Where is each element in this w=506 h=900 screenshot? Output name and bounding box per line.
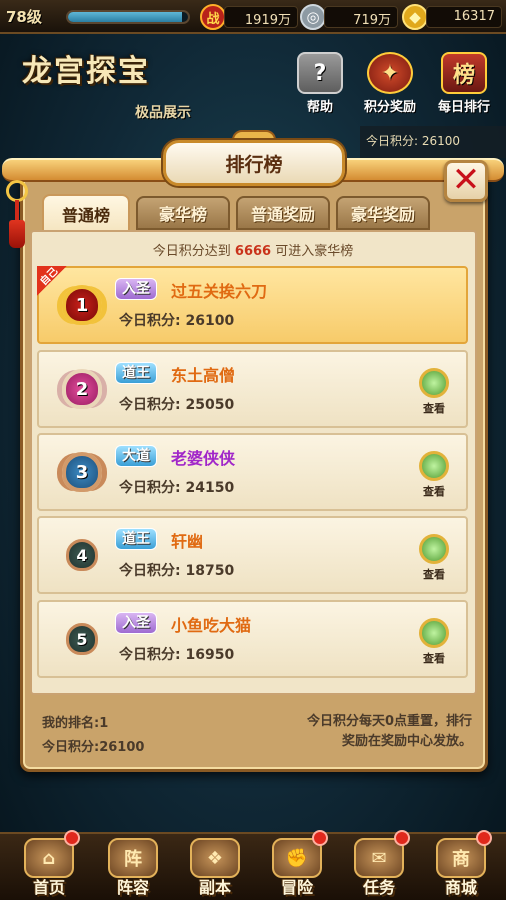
help-label: 帮助 (306, 100, 333, 115)
dialog-title: 排行榜 (163, 140, 345, 186)
power-value: 1919万 (224, 6, 298, 28)
notification-dot (312, 830, 328, 846)
notification-dot (394, 830, 410, 846)
background-today-score: 今日积分: 26100 (360, 126, 506, 158)
player-name: 轩幽 (171, 532, 204, 551)
title-badge: 道王 (115, 362, 157, 384)
threshold-value: 6666 (234, 244, 272, 259)
points-reward-label: 积分奖励 (363, 100, 416, 115)
magnifier-icon (419, 368, 449, 398)
nav-formation[interactable]: 阵 阵容 (96, 838, 170, 898)
pavilion-icon: 榜 (441, 52, 487, 94)
nav-shop[interactable]: 商 商城 (424, 830, 498, 898)
exp-bar (66, 10, 190, 24)
nav-home[interactable]: ⌂ 首页 (12, 830, 86, 898)
rank-3-medal-icon: 3 (57, 449, 107, 495)
player-score: 今日积分: 16950 (119, 647, 235, 663)
ranking-row: 3 大道 老婆侠侠 今日积分: 24150 查看 (37, 433, 468, 511)
player-level: 78级 (6, 8, 42, 26)
title-badge: 入圣 (115, 612, 157, 634)
tab-normal-rank[interactable]: 普通榜 (42, 194, 130, 232)
ranking-row: 4 道王 轩幽 今日积分: 18750 查看 (37, 516, 468, 594)
player-score: 今日积分: 18750 (119, 563, 235, 579)
rank-1-medal-icon: 1 (57, 282, 107, 328)
view-button[interactable]: 查看 (414, 618, 454, 666)
points-reward-button[interactable]: ✦ 积分奖励 (358, 52, 422, 115)
daily-rank-label: 每日排行 (437, 100, 490, 115)
nav-dungeon[interactable]: ❖ 副本 (178, 838, 252, 898)
daily-rank-button[interactable]: 榜 每日排行 (432, 52, 496, 115)
power-icon: 战 (200, 4, 226, 30)
player-name: 东土高僧 (171, 366, 236, 385)
question-icon: ? (297, 52, 343, 94)
ranking-row: 自己 1 入圣 过五关挨六刀 今日积分: 26100 (37, 266, 468, 344)
showcase-label: 极品展示 (135, 105, 191, 121)
notification-dot (476, 830, 492, 846)
event-title: 龙宫探宝 (22, 54, 150, 89)
title-badge: 入圣 (115, 278, 157, 300)
rank-4-medal-icon: 4 (57, 532, 107, 578)
view-button[interactable]: 查看 (414, 451, 454, 499)
dungeon-icon: ❖ (190, 838, 240, 878)
gold-value: 16317 (426, 6, 502, 28)
nav-quest[interactable]: ✉ 任务 (342, 830, 416, 898)
formation-icon: 阵 (108, 838, 158, 878)
player-name: 老婆侠侠 (171, 449, 236, 468)
player-name: 过五关挨六刀 (171, 282, 268, 301)
view-button[interactable]: 查看 (414, 534, 454, 582)
close-button[interactable]: ✕ (444, 160, 488, 202)
ranking-row: 5 入圣 小鱼吃大猫 今日积分: 16950 查看 (37, 600, 468, 678)
rank-2-medal-icon: 2 (57, 366, 107, 412)
my-rank: 我的排名:1 (42, 716, 109, 731)
tab-normal-reward[interactable]: 普通奖励 (236, 196, 330, 230)
silver-value: 719万 (324, 6, 398, 28)
view-button[interactable]: 查看 (414, 368, 454, 416)
magnifier-icon (419, 534, 449, 564)
my-today-score: 今日积分:26100 (42, 740, 145, 755)
player-score: 今日积分: 25050 (119, 397, 235, 413)
rank-5-medal-icon: 5 (57, 616, 107, 662)
tab-luxury-reward[interactable]: 豪华奖励 (336, 196, 430, 230)
nav-adventure[interactable]: ✊ 冒险 (260, 830, 334, 898)
title-badge: 道王 (115, 528, 157, 550)
magnifier-icon (419, 451, 449, 481)
ranking-row: 2 道王 东土高僧 今日积分: 25050 查看 (37, 350, 468, 428)
player-score: 今日积分: 24150 (119, 480, 235, 496)
silver-coin-icon: ◎ (300, 4, 326, 30)
player-name: 小鱼吃大猫 (171, 616, 252, 635)
notification-dot (64, 830, 80, 846)
tab-luxury-rank[interactable]: 豪华榜 (136, 196, 230, 230)
luxury-threshold-notice: 今日积分达到 6666 可进入豪华榜 (152, 244, 354, 259)
reset-note: 今日积分每天0点重置，排行 奖励在奖励中心发放。 (306, 714, 472, 749)
title-badge: 大道 (115, 445, 157, 467)
treasure-icon: ✦ (367, 52, 413, 94)
help-button[interactable]: ? 帮助 (288, 52, 352, 115)
player-score: 今日积分: 26100 (119, 313, 235, 329)
exp-bar-fill (68, 12, 182, 22)
gold-ingot-icon: ◆ (402, 4, 428, 30)
magnifier-icon (419, 618, 449, 648)
